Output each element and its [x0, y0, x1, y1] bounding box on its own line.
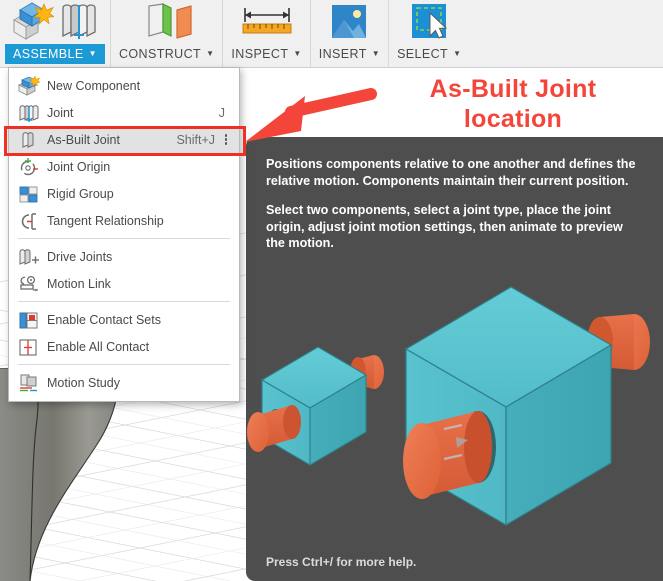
toolbar-tab-inspect-label[interactable]: INSPECT ▼: [223, 44, 309, 64]
new-component-icon[interactable]: [10, 2, 54, 42]
construct-text: CONSTRUCT: [119, 46, 202, 61]
menu-item-drive-joints[interactable]: Drive Joints: [9, 243, 239, 270]
drive-joints-icon: [18, 247, 40, 267]
annotation-line-1: As-Built Joint: [429, 75, 597, 103]
tangent-relationship-icon: [18, 211, 40, 231]
tooltip-illustration: [247, 286, 650, 527]
annotation-line-2: location: [463, 105, 563, 133]
toolbar-tab-select[interactable]: SELECT ▼: [389, 0, 469, 67]
toolbar-tab-select-label[interactable]: SELECT ▼: [389, 44, 469, 64]
inspect-icon-row: [227, 0, 307, 44]
annotation-arrow: [245, 88, 377, 142]
select-icon-row: [393, 0, 465, 44]
tooltip-paragraph-2: Select two components, select a joint ty…: [266, 203, 623, 250]
command-tooltip-panel: Positions components relative to one ano…: [246, 137, 663, 581]
menu-separator: [18, 364, 230, 365]
toolbar-tab-insert-label[interactable]: INSERT ▼: [311, 44, 388, 64]
menu-item-motion-study[interactable]: Motion Study: [9, 369, 239, 396]
select-cursor-icon[interactable]: [403, 2, 455, 42]
joint-icon-large[interactable]: [58, 2, 100, 42]
menu-item-enable-contact-sets[interactable]: Enable Contact Sets: [9, 306, 239, 333]
toolbar-tab-construct-label[interactable]: CONSTRUCT ▼: [111, 44, 222, 64]
chevron-down-icon[interactable]: ▼: [372, 49, 380, 58]
menu-item-label: Joint Origin: [47, 159, 111, 174]
menu-item-label: Drive Joints: [47, 249, 113, 264]
menu-item-label: Enable Contact Sets: [47, 312, 161, 327]
annotation-text: As-Built Joint location: [378, 74, 648, 134]
measure-ruler-icon[interactable]: [237, 2, 297, 42]
menu-item-rigid-group[interactable]: Rigid Group: [9, 180, 239, 207]
menu-separator: [18, 238, 230, 239]
menu-item-label: As-Built Joint: [47, 132, 120, 147]
menu-item-label: Tangent Relationship: [47, 213, 164, 228]
as-built-joint-icon: [18, 130, 40, 150]
chevron-down-icon[interactable]: ▼: [293, 49, 301, 58]
ribbon-toolbar: ASSEMBLE ▼ CONSTRUCT ▼ INSPECT ▼ INSERT …: [0, 0, 663, 68]
motion-study-icon: [18, 373, 40, 393]
chevron-down-icon[interactable]: ▼: [453, 49, 461, 58]
menu-item-label: New Component: [47, 78, 141, 93]
toolbar-tab-insert[interactable]: INSERT ▼: [311, 0, 390, 67]
motion-link-icon: [18, 274, 40, 294]
select-text: SELECT: [397, 46, 449, 61]
chevron-down-icon[interactable]: ▼: [206, 49, 214, 58]
menu-item-label: Motion Link: [47, 276, 111, 291]
inspect-text: INSPECT: [231, 46, 289, 61]
menu-item-label: Motion Study: [47, 375, 120, 390]
menu-item-enable-all-contact[interactable]: Enable All Contact: [9, 333, 239, 360]
menu-separator: [18, 301, 230, 302]
insert-image-icon[interactable]: [323, 2, 375, 42]
tooltip-footer-hint: Press Ctrl+/ for more help.: [266, 555, 417, 569]
toolbar-tab-construct[interactable]: CONSTRUCT ▼: [111, 0, 224, 67]
small-cube-assembly: [247, 346, 384, 466]
toolbar-tab-assemble[interactable]: ASSEMBLE ▼: [0, 0, 111, 67]
menu-item-label: Rigid Group: [47, 186, 114, 201]
construct-icon-row: [115, 0, 219, 44]
large-cube-assembly: [403, 286, 650, 527]
menu-item-as-built-joint[interactable]: As-Built Joint Shift+J: [9, 126, 239, 153]
enable-all-contact-icon: [18, 337, 40, 357]
enable-contact-sets-icon: [18, 310, 40, 330]
tooltip-text-block: Positions components relative to one ano…: [246, 137, 663, 252]
insert-text: INSERT: [318, 46, 367, 61]
toolbar-tab-inspect[interactable]: INSPECT ▼: [223, 0, 311, 67]
insert-icon-row: [313, 0, 385, 44]
menu-item-tangent-relationship[interactable]: Tangent Relationship: [9, 207, 239, 234]
menu-item-motion-link[interactable]: Motion Link: [9, 270, 239, 297]
assemble-text: ASSEMBLE: [13, 46, 84, 61]
tooltip-paragraph-1: Positions components relative to one ano…: [266, 157, 636, 188]
chevron-down-icon[interactable]: ▼: [89, 49, 97, 58]
joint-icon: [18, 103, 40, 123]
menu-item-new-component[interactable]: New Component: [9, 72, 239, 99]
toolbar-tab-assemble-label[interactable]: ASSEMBLE ▼: [5, 44, 105, 64]
menu-item-overflow-icon[interactable]: [221, 133, 231, 147]
menu-item-label: Enable All Contact: [47, 339, 150, 354]
assemble-icon-row: [0, 0, 110, 44]
menu-item-joint-origin[interactable]: Joint Origin: [9, 153, 239, 180]
menu-item-shortcut: J: [218, 105, 225, 120]
construct-plane-icon[interactable]: [125, 2, 209, 42]
menu-item-shortcut: Shift+J: [176, 132, 215, 147]
joint-origin-icon: [18, 157, 40, 177]
assemble-dropdown-menu: New Component Joint J As-Built Joint Shi…: [8, 67, 240, 402]
rigid-group-icon: [18, 184, 40, 204]
new-component-icon: [17, 74, 41, 96]
menu-item-label: Joint: [47, 105, 74, 120]
menu-item-joint[interactable]: Joint J: [9, 99, 239, 126]
